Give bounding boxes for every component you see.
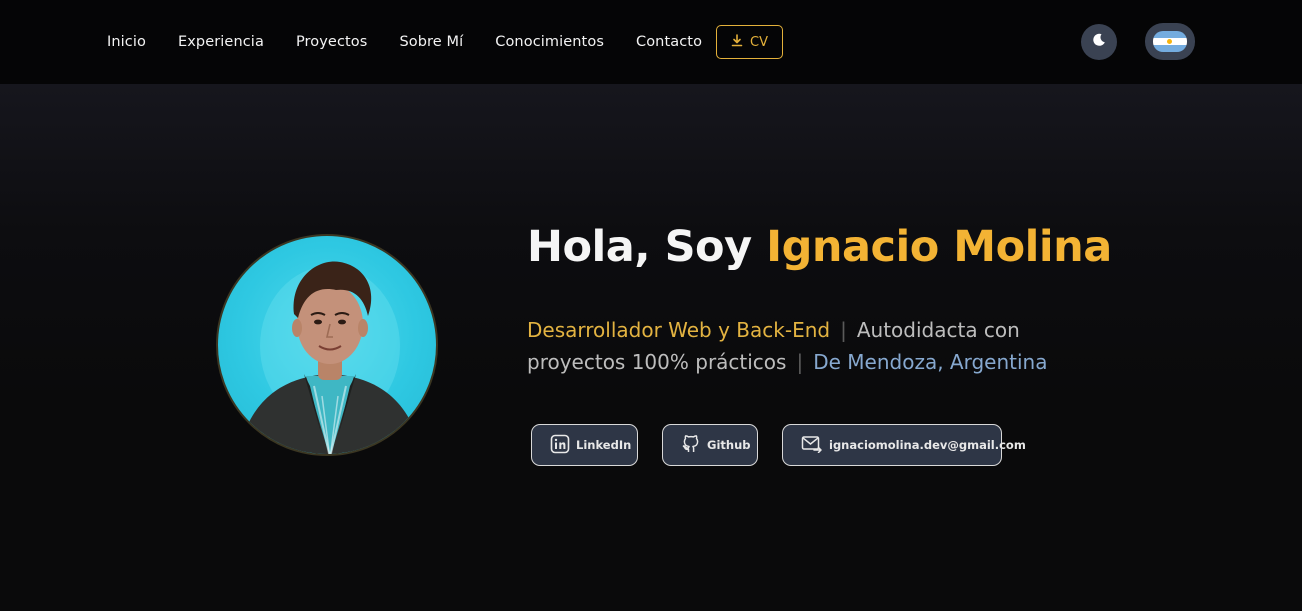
download-cv-button[interactable]: CV bbox=[716, 25, 783, 59]
download-icon bbox=[731, 33, 743, 51]
github-button[interactable]: Github bbox=[662, 424, 758, 466]
hero-location: De Mendoza, Argentina bbox=[813, 350, 1048, 374]
hero-heading: Hola, Soy Ignacio Molina bbox=[527, 222, 1112, 272]
github-icon bbox=[681, 434, 701, 457]
navbar: Inicio Experiencia Proyectos Sobre Mí Co… bbox=[0, 0, 1302, 84]
moon-icon bbox=[1091, 32, 1107, 52]
nav-link-experiencia[interactable]: Experiencia bbox=[178, 34, 264, 50]
hero-name: Ignacio Molina bbox=[766, 222, 1112, 272]
nav-links: Inicio Experiencia Proyectos Sobre Mí Co… bbox=[107, 0, 734, 84]
nav-link-conocimientos[interactable]: Conocimientos bbox=[495, 34, 604, 50]
linkedin-icon bbox=[550, 434, 570, 457]
nav-link-inicio[interactable]: Inicio bbox=[107, 34, 146, 50]
email-button[interactable]: ignaciomolina.dev@gmail.com bbox=[782, 424, 1026, 466]
github-label: Github bbox=[707, 438, 751, 452]
cv-label: CV bbox=[750, 34, 768, 50]
linkedin-button[interactable]: LinkedIn bbox=[531, 424, 638, 466]
separator: | bbox=[840, 318, 847, 342]
nav-link-proyectos[interactable]: Proyectos bbox=[296, 34, 368, 50]
linkedin-label: LinkedIn bbox=[576, 438, 632, 452]
greeting-prefix: Hola, Soy bbox=[527, 222, 752, 272]
nav-link-contacto[interactable]: Contacto bbox=[636, 34, 702, 50]
theme-toggle-button[interactable] bbox=[1081, 24, 1117, 60]
mail-icon bbox=[801, 435, 823, 456]
hero-tagline: Desarrollador Web y Back-End | Autodidacta… bbox=[527, 314, 1087, 378]
language-toggle-button[interactable] bbox=[1145, 23, 1195, 60]
nav-link-sobre-mi[interactable]: Sobre Mí bbox=[399, 34, 463, 50]
profile-photo bbox=[216, 234, 438, 456]
separator: | bbox=[796, 350, 804, 374]
hero-role: Desarrollador Web y Back-End bbox=[527, 318, 831, 342]
argentina-flag-icon bbox=[1153, 31, 1187, 52]
email-label: ignaciomolina.dev@gmail.com bbox=[829, 438, 1026, 452]
